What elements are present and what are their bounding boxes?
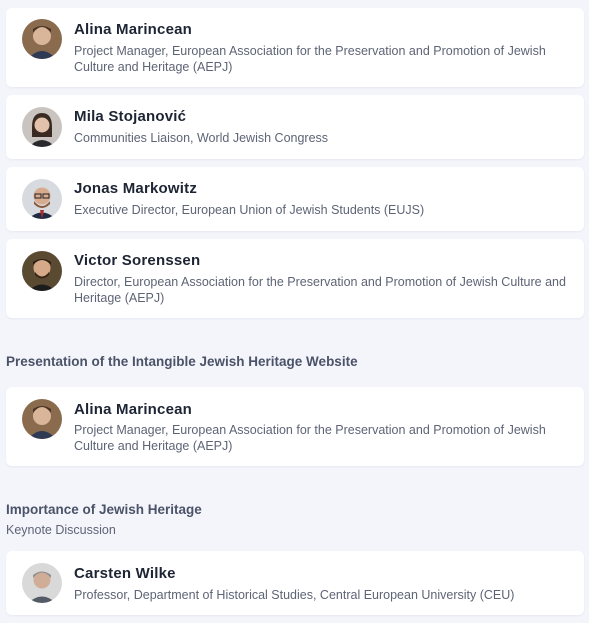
speaker-name: Jonas Markowitz <box>74 180 198 197</box>
section-title: Importance of Jewish Heritage <box>6 502 202 517</box>
avatar <box>22 107 62 147</box>
speaker-card[interactable]: Jonas Markowitz Executive Director, Euro… <box>6 167 584 231</box>
speaker-role: Professor, Department of Historical Stud… <box>74 588 515 602</box>
avatar <box>22 399 62 439</box>
speaker-name: Mila Stojanović <box>74 108 187 125</box>
speaker-role: Project Manager, European Association fo… <box>74 44 546 74</box>
avatar <box>22 251 62 291</box>
speaker-role: Director, European Association for the P… <box>74 275 566 305</box>
section-subtitle: Keynote Discussion <box>6 523 116 537</box>
speaker-role: Communities Liaison, World Jewish Congre… <box>74 131 329 145</box>
speaker-card[interactable]: Carsten Wilke Professor, Department of H… <box>6 551 584 615</box>
speaker-name: Alina Marincean <box>74 21 193 38</box>
avatar <box>22 19 62 59</box>
avatar <box>22 563 62 603</box>
speaker-card[interactable]: Alina Marincean Project Manager, Europea… <box>6 8 584 87</box>
speaker-card[interactable]: Alina Marincean Project Manager, Europea… <box>6 387 584 466</box>
speaker-name: Carsten Wilke <box>74 565 176 582</box>
speaker-card[interactable]: Mila Stojanović Communities Liaison, Wor… <box>6 95 584 159</box>
speaker-role: Project Manager, European Association fo… <box>74 423 546 453</box>
avatar <box>22 179 62 219</box>
speaker-name: Alina Marincean <box>74 401 193 418</box>
section-title: Presentation of the Intangible Jewish He… <box>6 354 358 369</box>
speaker-name: Victor Sorenssen <box>74 252 201 269</box>
speaker-card[interactable]: Victor Sorenssen Director, European Asso… <box>6 239 584 318</box>
speaker-role: Executive Director, European Union of Je… <box>74 203 425 217</box>
